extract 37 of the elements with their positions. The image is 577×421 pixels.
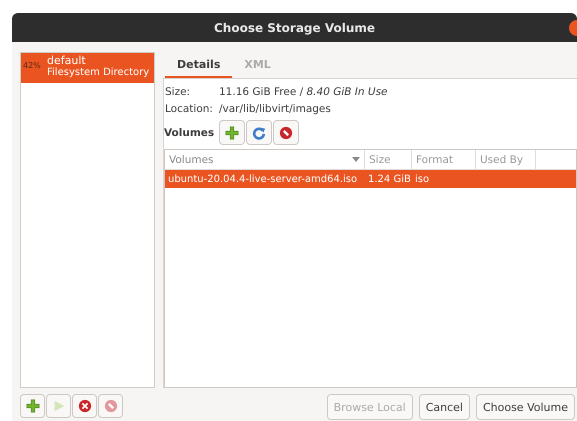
no-entry-icon <box>279 126 294 140</box>
tab[interactable]: XML <box>232 52 283 78</box>
cancel-icon <box>78 399 92 413</box>
column-label: Size <box>369 154 391 166</box>
refresh-icon <box>252 126 266 140</box>
size-value: 11.16 GiB Free / 8.40 GiB In Use <box>219 85 389 100</box>
table-cell: iso <box>415 174 430 184</box>
sort-arrow-icon <box>352 157 360 162</box>
delete-button[interactable] <box>273 120 300 145</box>
volumes-label: Volumes <box>164 126 214 138</box>
play-icon <box>52 399 66 413</box>
no-entry-icon <box>104 399 118 413</box>
plus-icon <box>225 126 240 140</box>
usage-label: 42% <box>23 61 42 70</box>
dialog-button[interactable]: Choose Volume <box>476 394 575 420</box>
table-row[interactable]: ubuntu-20.04.4-live-server-amd64.iso 1.24 GiB iso <box>165 170 576 188</box>
refresh-button[interactable] <box>246 120 272 145</box>
column-header[interactable]: Volumes <box>165 150 365 169</box>
pool-type: Filesystem Directory <box>47 67 150 79</box>
table-cell: ubuntu-20.04.4-live-server-amd64.iso <box>168 174 358 184</box>
location-value: /var/lib/libvirt/images <box>219 102 332 117</box>
column-header[interactable]: Format <box>412 150 476 169</box>
pool-name: default <box>47 55 87 67</box>
column-label: Format <box>416 154 454 166</box>
column-label: Volumes <box>169 154 214 166</box>
plus-icon <box>26 399 40 413</box>
dialog-button[interactable]: Cancel <box>418 394 470 420</box>
size-label: Size: <box>165 85 192 100</box>
stop-button[interactable] <box>72 394 97 418</box>
table-cell: 1.24 GiB <box>368 174 411 184</box>
column-label: Used By <box>480 154 524 166</box>
add-button[interactable] <box>20 394 45 418</box>
column-header[interactable]: Used By <box>476 150 536 169</box>
location-label: Location: <box>165 102 214 117</box>
add-button[interactable] <box>219 120 246 145</box>
window-title: Choose Storage Volume <box>214 20 375 34</box>
column-header[interactable]: Size <box>365 150 412 169</box>
